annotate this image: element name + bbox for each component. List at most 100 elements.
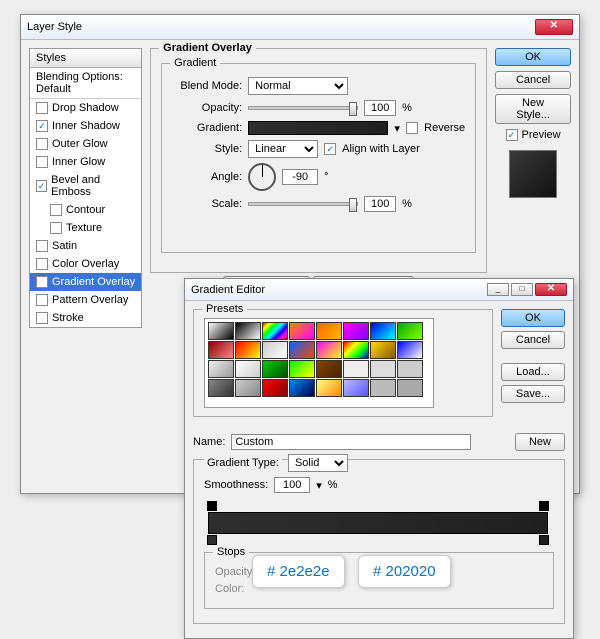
preset-swatch[interactable] <box>316 322 342 340</box>
angle-input[interactable] <box>282 169 318 185</box>
style-item-color-overlay[interactable]: Color Overlay <box>30 255 141 273</box>
editor-close-icon[interactable]: ✕ <box>535 283 567 296</box>
gradient-sub-title: Gradient <box>170 57 220 69</box>
align-checkbox[interactable]: ✓ <box>324 143 336 155</box>
style-item-inner-shadow[interactable]: ✓Inner Shadow <box>30 117 141 135</box>
preset-swatch[interactable] <box>235 322 261 340</box>
style-item-drop-shadow[interactable]: Drop Shadow <box>30 99 141 117</box>
opacity-slider[interactable] <box>248 106 358 110</box>
preset-swatch[interactable] <box>343 379 369 397</box>
scale-input[interactable] <box>364 196 396 212</box>
preset-swatch[interactable] <box>262 379 288 397</box>
opacity-stop-left[interactable] <box>207 501 217 511</box>
opacity-stop-right[interactable] <box>539 501 549 511</box>
style-item-inner-glow[interactable]: Inner Glow <box>30 153 141 171</box>
maximize-icon[interactable]: □ <box>511 283 533 296</box>
preview-checkbox[interactable]: ✓ <box>506 129 518 141</box>
type-select[interactable]: Solid <box>288 454 348 472</box>
style-item-outer-glow[interactable]: Outer Glow <box>30 135 141 153</box>
style-select[interactable]: Linear <box>248 140 318 158</box>
gradient-swatch[interactable] <box>248 121 388 135</box>
style-item-pattern-overlay[interactable]: Pattern Overlay <box>30 291 141 309</box>
checkbox[interactable] <box>36 156 48 168</box>
new-style-button[interactable]: New Style... <box>495 94 571 124</box>
preset-swatch[interactable] <box>235 360 261 378</box>
preset-swatch[interactable] <box>208 360 234 378</box>
preset-swatch[interactable] <box>235 379 261 397</box>
checkbox[interactable]: ✓ <box>36 276 48 288</box>
preset-swatch[interactable] <box>235 341 261 359</box>
gradient-type-panel: Gradient Type: Solid Smoothness: ▾ % Sto… <box>193 459 565 624</box>
minimize-icon[interactable]: _ <box>487 283 509 296</box>
checkbox[interactable] <box>36 294 48 306</box>
preset-swatch[interactable] <box>397 341 423 359</box>
smooth-dropdown-icon[interactable]: ▾ <box>316 479 322 492</box>
style-item-satin[interactable]: Satin <box>30 237 141 255</box>
blend-mode-select[interactable]: Normal <box>248 77 348 95</box>
checkbox[interactable] <box>36 102 48 114</box>
preset-swatch[interactable] <box>370 341 396 359</box>
style-item-gradient-overlay[interactable]: ✓Gradient Overlay <box>30 273 141 291</box>
preset-swatch[interactable] <box>343 360 369 378</box>
reverse-checkbox[interactable] <box>406 122 418 134</box>
preset-swatch[interactable] <box>289 379 315 397</box>
style-item-bevel-and-emboss[interactable]: ✓Bevel and Emboss <box>30 171 141 201</box>
checkbox[interactable] <box>36 138 48 150</box>
style-item-contour[interactable]: Contour <box>30 201 141 219</box>
gradient-bar[interactable] <box>208 512 548 534</box>
gradient-dropdown-icon[interactable]: ▾ <box>394 122 400 135</box>
editor-ok-button[interactable]: OK <box>501 309 565 327</box>
save-button[interactable]: Save... <box>501 385 565 403</box>
preset-swatch[interactable] <box>370 322 396 340</box>
preset-swatch[interactable] <box>343 322 369 340</box>
editor-title-bar: Gradient Editor _ □ ✕ <box>185 279 573 301</box>
checkbox[interactable]: ✓ <box>36 180 47 192</box>
preset-swatch[interactable] <box>262 322 288 340</box>
color-stop-right[interactable] <box>539 535 549 545</box>
preset-swatch[interactable] <box>397 322 423 340</box>
color-stop-left[interactable] <box>207 535 217 545</box>
preset-swatch[interactable] <box>289 322 315 340</box>
checkbox[interactable] <box>50 222 62 234</box>
style-item-label: Outer Glow <box>52 138 108 150</box>
style-item-texture[interactable]: Texture <box>30 219 141 237</box>
checkbox[interactable] <box>36 258 48 270</box>
styles-header[interactable]: Styles <box>30 49 141 68</box>
preset-swatch[interactable] <box>397 360 423 378</box>
load-button[interactable]: Load... <box>501 363 565 381</box>
preset-swatch[interactable] <box>397 379 423 397</box>
smooth-input[interactable] <box>274 477 310 493</box>
new-button[interactable]: New <box>515 433 565 451</box>
style-item-stroke[interactable]: Stroke <box>30 309 141 327</box>
preset-swatch[interactable] <box>343 341 369 359</box>
preset-swatch[interactable] <box>316 341 342 359</box>
editor-cancel-button[interactable]: Cancel <box>501 331 565 349</box>
checkbox[interactable] <box>36 312 48 324</box>
ok-button[interactable]: OK <box>495 48 571 66</box>
preset-swatch[interactable] <box>370 379 396 397</box>
checkbox[interactable]: ✓ <box>36 120 48 132</box>
scale-slider[interactable] <box>248 202 358 206</box>
cancel-button[interactable]: Cancel <box>495 71 571 89</box>
preset-swatch[interactable] <box>289 360 315 378</box>
preset-swatch[interactable] <box>370 360 396 378</box>
preset-swatch[interactable] <box>316 379 342 397</box>
blending-options[interactable]: Blending Options: Default <box>30 68 141 99</box>
preset-swatch[interactable] <box>316 360 342 378</box>
opacity-label: Opacity: <box>172 102 242 114</box>
close-icon[interactable]: ✕ <box>535 19 573 35</box>
checkbox[interactable] <box>36 240 48 252</box>
name-input[interactable] <box>231 434 471 450</box>
opacity-input[interactable] <box>364 100 396 116</box>
preset-swatch[interactable] <box>262 360 288 378</box>
preset-swatch[interactable] <box>289 341 315 359</box>
angle-dial[interactable] <box>248 163 276 191</box>
preset-swatch[interactable] <box>208 322 234 340</box>
preset-swatch[interactable] <box>208 341 234 359</box>
presets-grid[interactable] <box>204 318 434 408</box>
checkbox[interactable] <box>50 204 62 216</box>
style-item-label: Texture <box>66 222 102 234</box>
preset-swatch[interactable] <box>208 379 234 397</box>
preset-swatch[interactable] <box>262 341 288 359</box>
gradient-label: Gradient: <box>172 122 242 134</box>
